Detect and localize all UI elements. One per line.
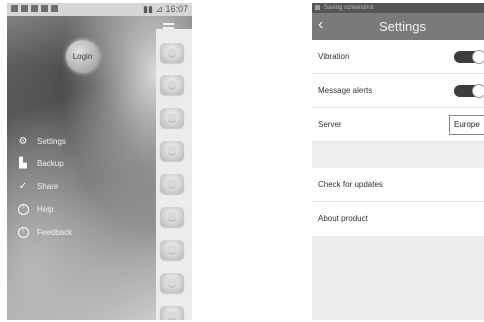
device-tile[interactable] — [160, 240, 184, 260]
toggle-knob — [472, 50, 484, 64]
login-button[interactable]: Login — [66, 40, 99, 73]
device-tile[interactable] — [160, 141, 184, 161]
toggle-knob — [472, 84, 484, 98]
status-notice: Saving screenshot — [324, 5, 374, 11]
feedback-icon: ! — [17, 226, 29, 238]
menu-item-backup[interactable]: ▙ Backup — [17, 155, 137, 171]
setting-row-about[interactable]: About product — [312, 202, 484, 236]
menu-item-label: Help — [37, 204, 54, 214]
device-tile[interactable] — [160, 43, 184, 63]
section-divider — [312, 142, 484, 168]
setting-row-check-updates[interactable]: Check for updates — [312, 168, 484, 202]
signal-icon: ▮▮ ⊿ — [143, 4, 166, 14]
menu-item-label: Feedback — [37, 227, 73, 237]
device-tile[interactable] — [160, 174, 184, 194]
menu-item-help[interactable]: ? Help — [17, 201, 137, 217]
menu-item-label: Share — [37, 181, 59, 191]
setting-label: Check for updates — [318, 180, 383, 189]
backup-icon: ▙ — [19, 157, 27, 169]
status-right: ▮▮ ⊿ 16:07 — [143, 4, 188, 15]
notification-icon — [31, 5, 38, 12]
setting-row-vibration[interactable]: Vibration — [312, 40, 484, 74]
device-list — [156, 29, 192, 320]
server-select[interactable]: Europe — [449, 115, 484, 135]
help-icon: ? — [17, 203, 29, 215]
status-time: 16:07 — [165, 4, 188, 14]
app-bar: ‹ Settings — [312, 13, 484, 40]
menu-item-share[interactable]: ✓ Share — [17, 178, 137, 194]
notification-icon — [51, 5, 58, 12]
screenshot-icon — [315, 4, 320, 10]
menu-item-settings[interactable]: ⚙ Settings — [17, 133, 137, 149]
vibration-toggle[interactable] — [454, 50, 484, 64]
setting-label: Vibration — [318, 52, 350, 61]
setting-row-message-alerts[interactable]: Message alerts — [312, 74, 484, 108]
device-tile[interactable] — [160, 75, 184, 95]
drawer-screen: ▮▮ ⊿ 16:07 Login ⚙ Settings ▙ Backup ✓ S… — [7, 3, 192, 320]
menu-item-label: Backup — [37, 158, 64, 168]
message-alerts-toggle[interactable] — [454, 84, 484, 98]
setting-label: Server — [318, 120, 342, 129]
device-tile[interactable] — [160, 108, 184, 128]
page-title: Settings — [379, 19, 426, 34]
device-tile[interactable] — [160, 273, 184, 293]
empty-area — [312, 237, 484, 320]
device-tile[interactable] — [160, 306, 184, 320]
notification-icon — [11, 5, 18, 12]
back-arrow-icon[interactable]: ‹ — [318, 16, 323, 34]
setting-row-server[interactable]: Server Europe — [312, 108, 484, 142]
setting-label: Message alerts — [318, 86, 373, 95]
setting-label: About product — [318, 214, 368, 223]
status-bar: ▮▮ ⊿ 16:07 — [7, 3, 192, 16]
share-icon: ✓ — [18, 180, 28, 192]
notification-icons — [11, 5, 58, 12]
gear-icon: ⚙ — [18, 135, 28, 147]
settings-screen: Saving screenshot ‹ Settings Vibration M… — [312, 3, 484, 320]
status-bar: Saving screenshot — [312, 3, 484, 13]
menu-item-label: Settings — [37, 136, 66, 146]
menu-item-feedback[interactable]: ! Feedback — [17, 224, 137, 240]
notification-icon — [41, 5, 48, 12]
notification-icon — [21, 5, 28, 12]
device-tile[interactable] — [160, 207, 184, 227]
